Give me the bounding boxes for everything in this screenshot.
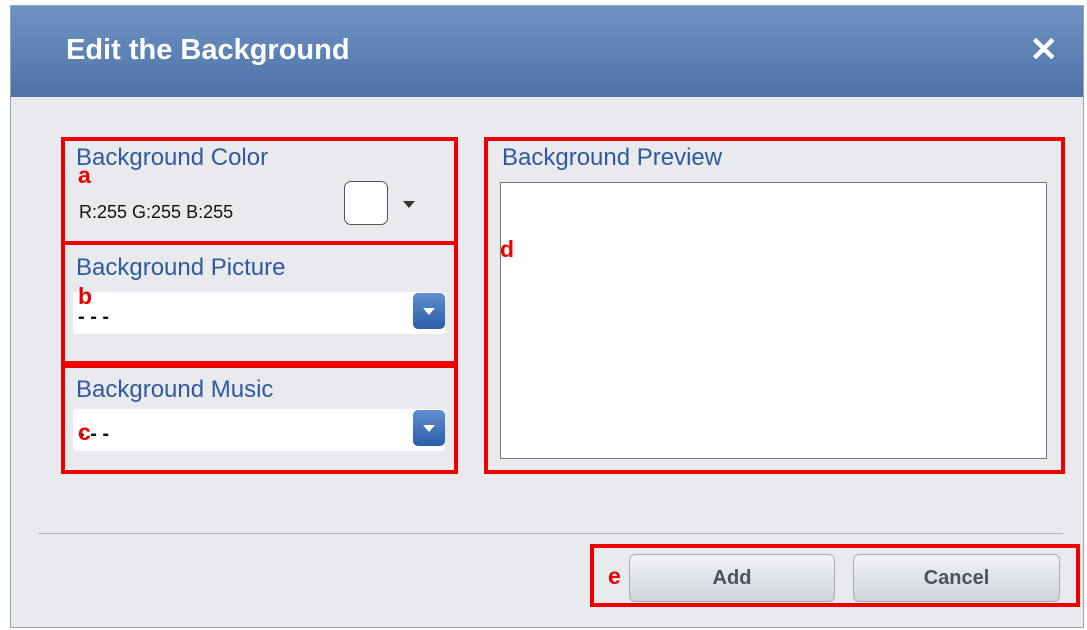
annotation-box-b bbox=[61, 241, 458, 365]
annotation-label-c: c bbox=[78, 419, 91, 445]
divider bbox=[38, 533, 1063, 534]
annotation-label-d: d bbox=[500, 236, 515, 262]
annotation-box-c bbox=[61, 364, 458, 474]
annotation-label-a: a bbox=[78, 162, 91, 188]
annotation-box-e bbox=[590, 544, 1080, 607]
annotation-label-e: e bbox=[608, 563, 621, 589]
close-icon[interactable]: ✕ bbox=[1030, 30, 1059, 70]
annotation-box-d bbox=[484, 137, 1065, 474]
annotation-box-a bbox=[61, 137, 458, 245]
dialog-title-bar: Edit the Background ✕ bbox=[11, 6, 1083, 97]
dialog-title: Edit the Background bbox=[66, 34, 350, 66]
annotation-label-b: b bbox=[78, 283, 93, 309]
